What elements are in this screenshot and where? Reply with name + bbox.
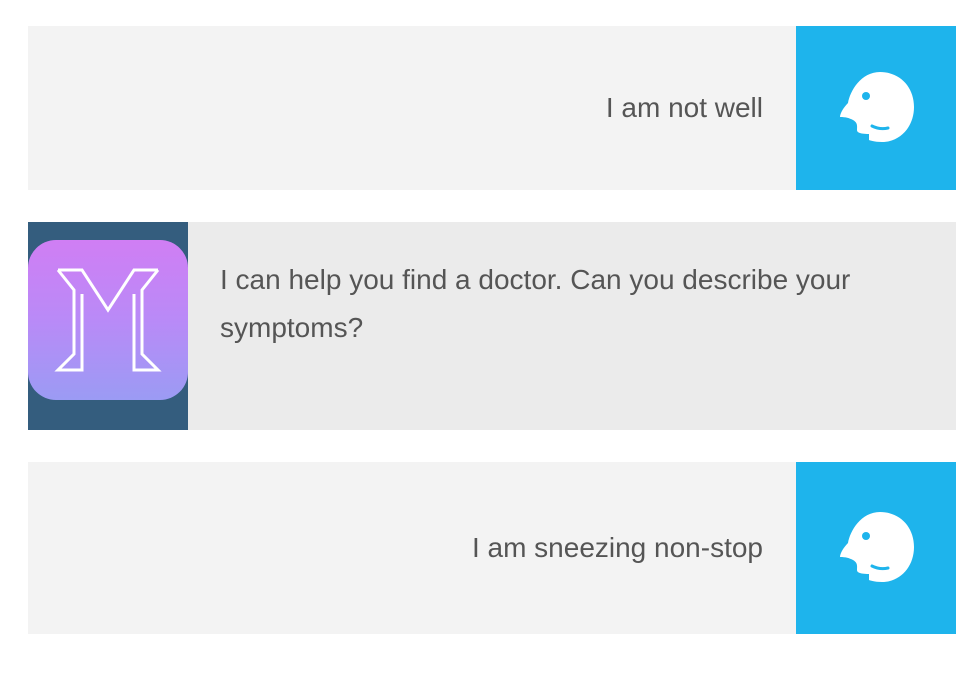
user-face-icon [840, 72, 914, 142]
user-message-text: I am sneezing non-stop [471, 532, 763, 563]
user-message: I am not well [28, 26, 956, 190]
user-message-text: I am not well [605, 92, 763, 123]
user-face-icon [840, 512, 914, 582]
chat-thread: I am not well I can help you find a doct… [0, 0, 978, 680]
user-avatar [796, 26, 956, 190]
bot-message-text: I can help you find a doctor. Can you de… [220, 264, 851, 343]
bot-avatar [28, 222, 188, 430]
user-message: I am sneezing non-stop [28, 462, 956, 634]
user-avatar [796, 462, 956, 634]
bot-message: I can help you find a doctor. Can you de… [28, 222, 956, 430]
m-logo-icon [28, 240, 188, 400]
